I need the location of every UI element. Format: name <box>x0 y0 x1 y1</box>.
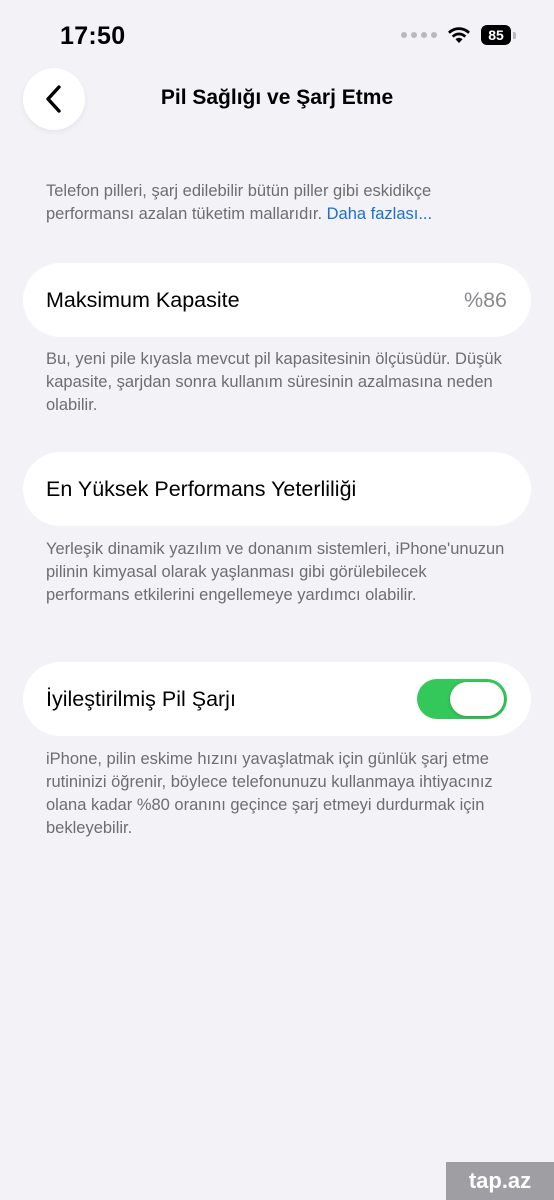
navigation-bar: Pil Sağlığı ve Şarj Etme <box>0 68 554 130</box>
optimized-charging-label: İyileştirilmiş Pil Şarjı <box>46 686 236 711</box>
page-title: Pil Sağlığı ve Şarj Etme <box>160 86 394 109</box>
max-capacity-value: %86 <box>463 287 507 312</box>
optimized-charging-row: İyileştirilmiş Pil Şarjı <box>23 662 531 736</box>
battery-icon: 85 <box>481 25 516 45</box>
max-capacity-footnote: Bu, yeni pile kıyasla mevcut pil kapasit… <box>46 350 502 414</box>
optimized-charging-footnote: iPhone, pilin eskime hızını yavaşlatmak … <box>46 750 493 837</box>
battery-level: 85 <box>481 25 511 45</box>
optimized-charging-toggle[interactable] <box>417 679 507 719</box>
cellular-signal-icon <box>401 32 437 38</box>
learn-more-link[interactable]: Daha fazlası... <box>327 205 432 223</box>
max-capacity-label: Maksimum Kapasite <box>46 287 240 312</box>
peak-performance-footnote: Yerleşik dinamik yazılım ve donanım sist… <box>46 540 505 604</box>
intro-text: Telefon pilleri, şarj edilebilir bütün p… <box>46 180 514 226</box>
max-capacity-row: Maksimum Kapasite %86 <box>23 263 531 337</box>
peak-performance-row[interactable]: En Yüksek Performans Yeterliliği <box>23 452 531 526</box>
toggle-knob <box>450 682 504 716</box>
status-indicators: 85 <box>401 25 516 45</box>
watermark-logo: tap.az <box>446 1162 554 1200</box>
wifi-icon <box>448 27 470 43</box>
peak-performance-label: En Yüksek Performans Yeterliliği <box>46 476 357 501</box>
status-time: 17:50 <box>60 22 126 50</box>
status-bar: 17:50 85 <box>0 0 554 70</box>
